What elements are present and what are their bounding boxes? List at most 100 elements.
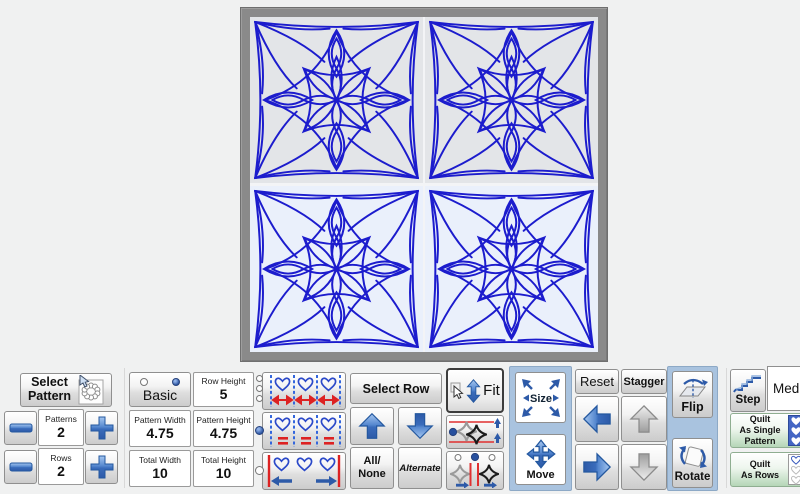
pattern-width-field[interactable]: Pattern Width 4.75: [129, 410, 191, 447]
select-all-none-button[interactable]: All/None: [350, 447, 394, 489]
cursor-icon: [450, 382, 464, 400]
pattern-block[interactable]: [250, 186, 423, 352]
spacing-mode-equal-button[interactable]: [262, 412, 346, 450]
patterns-label: Patterns: [45, 414, 77, 424]
plus-icon: [90, 455, 114, 479]
nudge-up-button-disabled[interactable]: [621, 396, 667, 442]
nudge-down-button-disabled[interactable]: [621, 444, 667, 490]
total-width-value: 10: [152, 465, 168, 483]
rows-label: Rows: [50, 453, 71, 463]
pattern-width-value: 4.75: [146, 425, 173, 443]
row-height-label: Row Height: [202, 376, 246, 386]
reset-button[interactable]: Reset: [575, 369, 619, 394]
down-arrow-gray-icon: [629, 452, 659, 482]
spacing-radio-3[interactable]: [256, 395, 263, 402]
rotate-label: Rotate: [675, 471, 711, 483]
quilt-block-motif: [425, 186, 598, 352]
row-height-field[interactable]: Row Height 5: [193, 372, 254, 407]
rows-count-field[interactable]: Rows 2: [38, 448, 84, 485]
pattern-block[interactable]: [425, 186, 598, 352]
spacing-mode-even-button[interactable]: [262, 372, 346, 410]
minus-icon: [9, 423, 33, 433]
pattern-preview-grid: [250, 17, 598, 352]
total-height-field[interactable]: Total Height 10: [193, 450, 254, 487]
rows-decrement-button[interactable]: [4, 450, 37, 484]
select-row-label: Select Row: [363, 382, 430, 396]
basic-mode-radios: [140, 378, 180, 387]
select-pattern-label: Select Pattern: [28, 376, 71, 404]
quilt-block-motif: [250, 186, 423, 352]
align-to-edge-button[interactable]: [446, 451, 504, 490]
pattern-block[interactable]: [425, 17, 598, 183]
quilt-block-motif: [250, 17, 423, 183]
rows-increment-button[interactable]: [85, 450, 118, 484]
hearts-even-spacing-icon: [265, 374, 343, 408]
size-button[interactable]: Size: [515, 372, 566, 423]
flip-label: Flip: [681, 400, 703, 414]
fit-label: Fit: [483, 382, 500, 399]
star-align-icon: [448, 453, 502, 488]
rows-value: 2: [57, 463, 65, 481]
quilt-as-rows-button[interactable]: Quilt As Rows: [730, 452, 800, 487]
speed-value: Medium: [773, 381, 800, 396]
all-none-label: All/None: [358, 455, 386, 480]
pattern-preview-frame: [240, 7, 608, 362]
basic-radio-on[interactable]: [172, 378, 180, 386]
spacing-radio-edges[interactable]: [255, 466, 264, 475]
spacing-radio-1[interactable]: [256, 375, 263, 382]
move-cross-icon: [526, 439, 556, 469]
section-divider: [124, 368, 125, 488]
stretch-to-row-button[interactable]: [446, 415, 504, 449]
down-arrow-icon: [406, 412, 434, 440]
row-down-button[interactable]: [398, 407, 442, 445]
up-arrow-gray-icon: [629, 404, 659, 434]
spacing-radio-2[interactable]: [256, 385, 263, 392]
step-label: Step: [736, 394, 761, 406]
total-width-field[interactable]: Total Width 10: [129, 450, 191, 487]
patterns-decrement-button[interactable]: [4, 411, 37, 445]
spacing-radio-equal[interactable]: [255, 426, 264, 435]
patterns-count-field[interactable]: Patterns 2: [38, 409, 84, 446]
quilt-as-single-pattern-button[interactable]: Quilt As Single Pattern: [730, 413, 800, 448]
quilt-block-motif: [425, 17, 598, 183]
move-button[interactable]: Move: [515, 434, 566, 485]
pattern-block[interactable]: [250, 17, 423, 183]
right-arrow-icon: [582, 452, 612, 482]
move-label: Move: [526, 469, 554, 481]
fit-button[interactable]: Fit: [446, 368, 504, 413]
quilt-rows-label: Quilt As Rows: [737, 459, 783, 481]
rotate-button[interactable]: Rotate: [672, 438, 713, 488]
nudge-right-button[interactable]: [575, 444, 619, 490]
select-row-button[interactable]: Select Row: [350, 373, 442, 404]
svg-text:Size: Size: [529, 393, 551, 405]
row-height-value: 5: [220, 386, 228, 404]
select-pattern-button[interactable]: Select Pattern: [20, 373, 112, 407]
alternate-label: Alternate: [399, 463, 440, 474]
hearts-edge-arrows-icon: [265, 454, 343, 488]
rotate-icon: [676, 443, 710, 471]
pattern-height-value: 4.75: [210, 425, 237, 443]
spacing-mode-edges-button[interactable]: [262, 452, 346, 490]
quilt-single-label: Quilt As Single Pattern: [737, 414, 783, 446]
flip-icon: [676, 376, 710, 400]
total-height-value: 10: [216, 465, 232, 483]
row-up-button[interactable]: [350, 407, 394, 445]
wreath-pattern-icon: [74, 375, 104, 405]
basic-radio-off[interactable]: [140, 378, 148, 386]
select-alternate-button[interactable]: Alternate: [398, 447, 442, 489]
basic-mode-button[interactable]: Basic: [129, 372, 191, 407]
nudge-left-button[interactable]: [575, 396, 619, 442]
hearts-rows-icon: [788, 454, 800, 485]
minus-icon: [9, 462, 33, 472]
speed-value-box[interactable]: Medium: [767, 366, 800, 411]
total-height-label: Total Height: [201, 455, 246, 465]
flip-button[interactable]: Flip: [672, 371, 713, 418]
quilt-layout-app: Select Pattern Patterns 2 Rows 2: [0, 0, 800, 494]
pattern-height-field[interactable]: Pattern Height 4.75: [193, 410, 254, 447]
plus-icon: [90, 416, 114, 440]
stagger-button[interactable]: Stagger: [621, 369, 667, 394]
step-button[interactable]: Step: [730, 369, 766, 412]
left-arrow-icon: [582, 404, 612, 434]
up-arrow-icon: [358, 412, 386, 440]
patterns-increment-button[interactable]: [85, 411, 118, 445]
